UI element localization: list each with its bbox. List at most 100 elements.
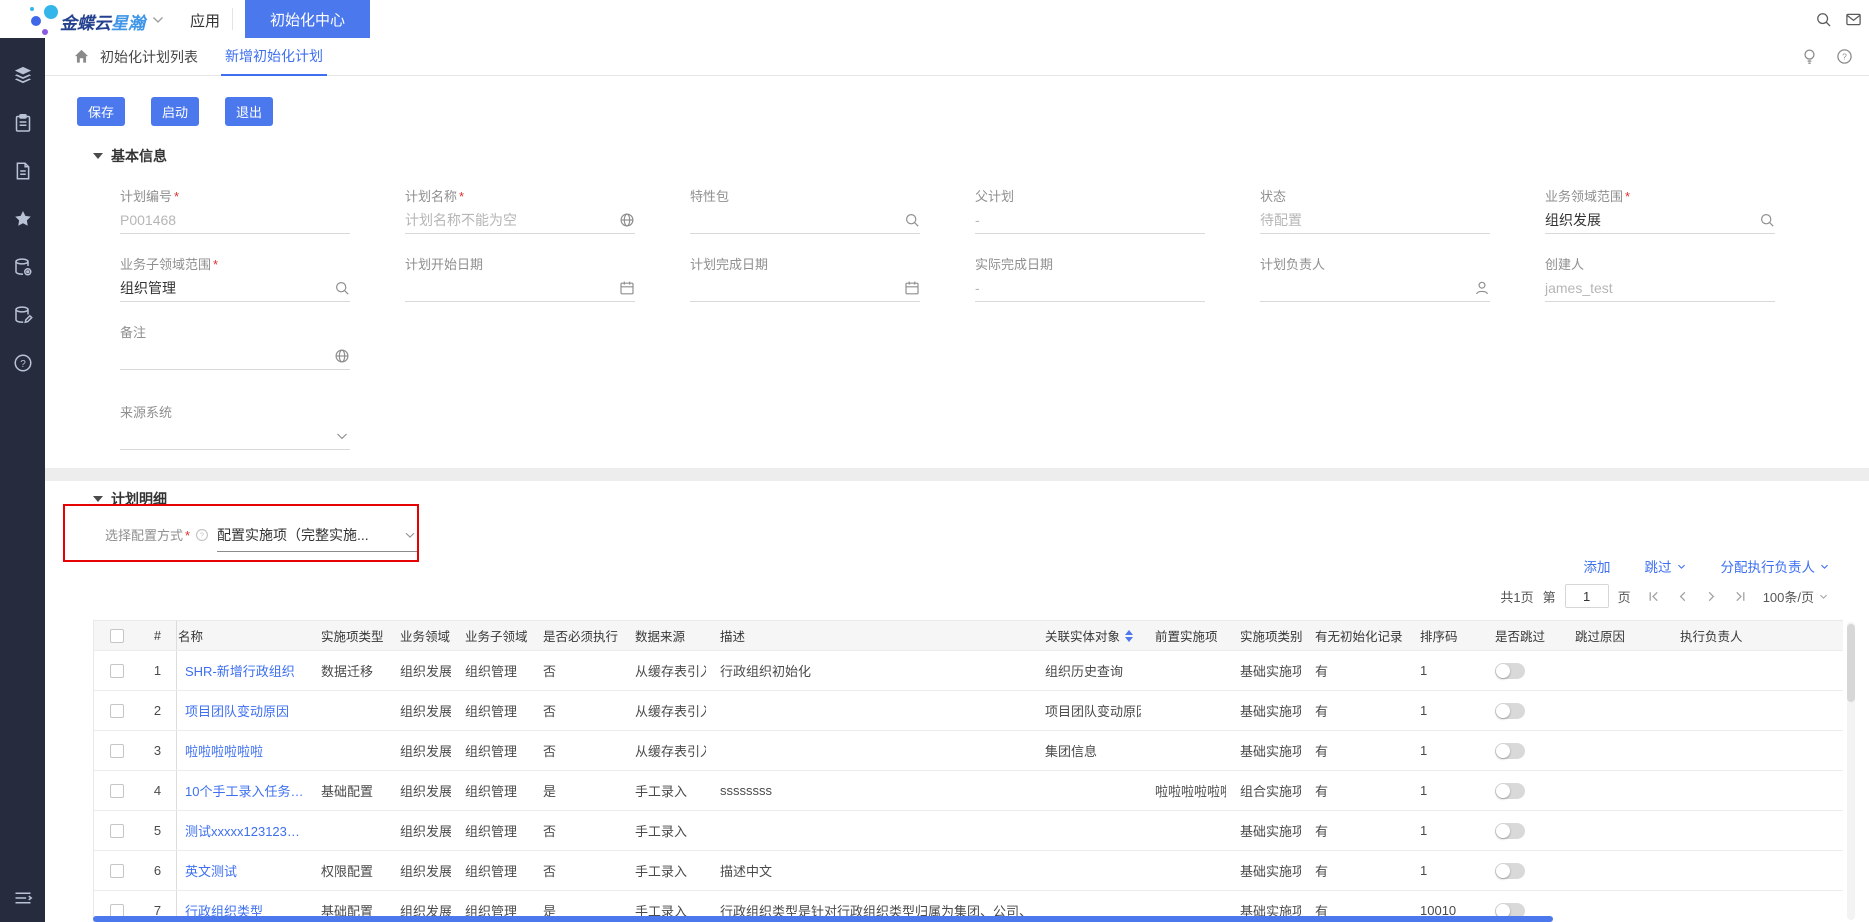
person-icon[interactable]	[1474, 280, 1490, 296]
star-icon[interactable]	[13, 209, 33, 229]
plan-item-link[interactable]: 10个手工录入任务组合	[185, 781, 307, 800]
search-icon[interactable]	[1759, 212, 1775, 228]
globe-icon[interactable]	[619, 212, 635, 228]
calendar-icon[interactable]	[904, 280, 920, 296]
plan-item-link[interactable]: 测试xxxxx123123123	[185, 821, 307, 840]
cell-desc: 行政组织初始化	[706, 651, 1031, 690]
field-input[interactable]: 计划名称不能为空	[405, 208, 635, 234]
first-page-icon[interactable]	[1646, 589, 1661, 604]
assign-executor-dropdown-button[interactable]: 分配执行负责人	[1721, 556, 1831, 576]
row-checkbox[interactable]	[110, 744, 124, 758]
skip-toggle[interactable]	[1495, 823, 1525, 839]
add-button[interactable]: 添加	[1584, 556, 1611, 576]
plan-item-link[interactable]: 项目团队变动原因	[185, 701, 289, 720]
cell-entity: 组织历史查询	[1031, 651, 1141, 690]
plan-item-link[interactable]: SHR-新增行政组织	[185, 661, 295, 680]
skip-dropdown-button[interactable]: 跳过	[1645, 556, 1687, 576]
divider	[232, 8, 233, 30]
cell-desc	[706, 731, 1031, 770]
row-checkbox[interactable]	[110, 704, 124, 718]
page-size-select[interactable]: 100条/页	[1763, 587, 1829, 606]
logo-dot	[31, 16, 41, 26]
start-button[interactable]: 启动	[151, 97, 199, 126]
home-icon[interactable]	[73, 48, 90, 65]
app-menu[interactable]: 应用	[190, 10, 220, 31]
globe-icon[interactable]	[334, 348, 350, 364]
column-header-entity[interactable]: 关联实体对象	[1031, 621, 1141, 650]
search-icon[interactable]	[334, 280, 350, 296]
horizontal-scrollbar[interactable]	[93, 916, 1553, 922]
field-input[interactable]	[120, 424, 350, 450]
field-input[interactable]	[690, 208, 920, 234]
database-settings-icon[interactable]	[13, 257, 33, 277]
field-input[interactable]: 组织管理	[120, 276, 350, 302]
collapse-triangle-icon	[93, 496, 103, 502]
skip-toggle[interactable]	[1495, 743, 1525, 759]
row-checkbox[interactable]	[110, 864, 124, 878]
help-circle-icon[interactable]: ?	[1836, 48, 1853, 65]
column-header-executor: 执行负责人	[1666, 621, 1844, 650]
skip-toggle[interactable]	[1495, 663, 1525, 679]
row-checkbox[interactable]	[110, 824, 124, 838]
field-input[interactable]: -	[975, 208, 1205, 234]
cell-sort: 1	[1406, 771, 1481, 810]
calendar-icon[interactable]	[619, 280, 635, 296]
plan-item-link[interactable]: 英文测试	[185, 861, 237, 880]
vertical-scrollbar[interactable]	[1847, 622, 1855, 920]
cell-domain: 组织发展	[386, 771, 451, 810]
collapse-menu-icon[interactable]	[13, 888, 33, 908]
help-icon[interactable]: ?	[13, 353, 33, 373]
database-edit-icon[interactable]	[13, 305, 33, 325]
cell-skip	[1481, 651, 1561, 690]
row-checkbox[interactable]	[110, 784, 124, 798]
layers-icon[interactable]	[13, 65, 33, 85]
field-input[interactable]: P001468	[120, 208, 350, 234]
field-label: 计划开始日期	[405, 254, 635, 271]
prev-page-icon[interactable]	[1675, 589, 1690, 604]
cell-source: 从缓存表引入	[621, 651, 706, 690]
tab-new-plan[interactable]: 新增初始化计划	[221, 38, 327, 76]
bulb-icon[interactable]	[1801, 48, 1818, 65]
page-number-input[interactable]	[1565, 584, 1609, 608]
pagination: 共1页 第 页 100条/页	[1500, 584, 1829, 608]
chevron-icon[interactable]	[334, 428, 350, 444]
column-header-hasinit: 有无初始化记录	[1301, 621, 1406, 650]
row-checkbox[interactable]	[110, 664, 124, 678]
save-button[interactable]: 保存	[77, 97, 125, 126]
exit-button[interactable]: 退出	[225, 97, 273, 126]
cell-category: 基础实施项	[1226, 691, 1301, 730]
skip-toggle[interactable]	[1495, 863, 1525, 879]
field-input[interactable]	[1260, 276, 1490, 302]
field-input[interactable]: -	[975, 276, 1205, 302]
chevron-down-icon[interactable]	[152, 16, 164, 24]
field-input[interactable]: 组织发展	[1545, 208, 1775, 234]
active-app-tab[interactable]: 初始化中心	[245, 0, 370, 38]
sort-icon[interactable]	[1125, 626, 1133, 646]
skip-toggle[interactable]	[1495, 703, 1525, 719]
field-input[interactable]	[690, 276, 920, 302]
mail-icon[interactable]	[1845, 11, 1862, 28]
cell-name: 项目团队变动原因	[177, 691, 307, 730]
next-page-icon[interactable]	[1704, 589, 1719, 604]
cell-idx: 2	[139, 691, 177, 730]
cell-sort: 1	[1406, 651, 1481, 690]
field-input[interactable]	[405, 276, 635, 302]
field-input[interactable]: 待配置	[1260, 208, 1490, 234]
document-icon[interactable]	[13, 161, 33, 181]
last-page-icon[interactable]	[1733, 589, 1748, 604]
plan-item-link[interactable]: 啦啦啦啦啦啦	[185, 741, 263, 760]
search-icon[interactable]	[904, 212, 920, 228]
field-input[interactable]	[120, 344, 350, 370]
search-icon[interactable]	[1815, 11, 1832, 28]
basic-info-section-title[interactable]: 基本信息	[93, 146, 167, 166]
cell-hasinit: 有	[1301, 731, 1406, 770]
skip-toggle[interactable]	[1495, 783, 1525, 799]
tab-plan-list[interactable]: 初始化计划列表	[100, 38, 198, 76]
cell-idx: 6	[139, 851, 177, 890]
select-all-checkbox[interactable]	[110, 629, 124, 643]
field-input[interactable]: james_test	[1545, 276, 1775, 302]
top-bar: 金蝶云星瀚 应用 初始化中心	[0, 0, 1869, 38]
app-logo[interactable]: 金蝶云星瀚	[0, 0, 160, 38]
clipboard-icon[interactable]	[13, 113, 33, 133]
cell-source: 从缓存表引入	[621, 691, 706, 730]
